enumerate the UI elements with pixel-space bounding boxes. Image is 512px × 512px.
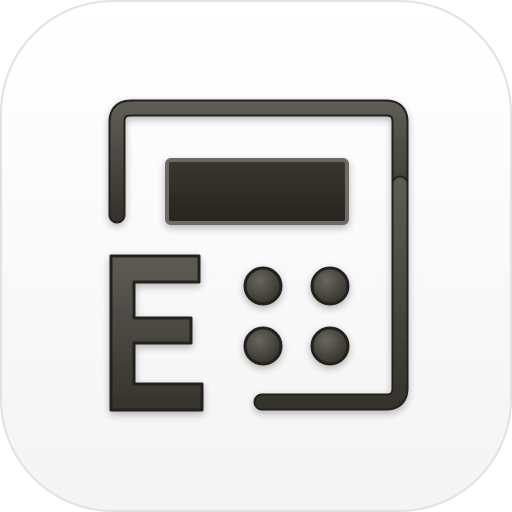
keypad-dot-icon	[310, 266, 350, 306]
app-icon[interactable]	[0, 0, 512, 512]
letter-e-icon	[109, 254, 204, 412]
keypad-dot-icon	[243, 266, 283, 306]
display-icon	[165, 158, 349, 225]
keypad-dot-icon	[243, 326, 283, 366]
calculator-e-icon	[0, 0, 512, 512]
icon-tile	[0, 0, 512, 512]
keypad-dot-icon	[310, 326, 350, 366]
